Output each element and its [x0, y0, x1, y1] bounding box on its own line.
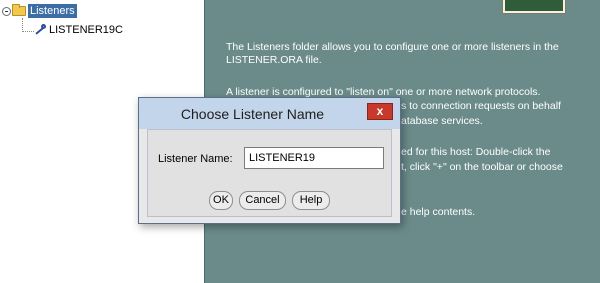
listener-name-input[interactable] — [244, 147, 384, 169]
info-paragraph-line: ed for this host: Double-click the — [401, 146, 551, 158]
info-paragraph: e help contents. — [401, 206, 476, 218]
info-paragraph-line: atabase services. — [401, 115, 483, 127]
listener-key-icon — [34, 24, 46, 36]
close-button[interactable]: x — [367, 103, 393, 120]
tree-node-listener19c[interactable]: LISTENER19C — [34, 22, 123, 38]
choose-listener-name-dialog: Choose Listener Name x Listener Name: OK… — [138, 97, 401, 224]
chalkboard-icon — [502, 0, 566, 14]
close-icon: x — [376, 104, 384, 118]
dialog-body: Listener Name: OK Cancel Help — [147, 129, 392, 217]
tree-connector-horizontal — [22, 31, 34, 32]
info-paragraph-line: s to connection requests on behalf — [401, 100, 561, 112]
dialog-title: Choose Listener Name — [180, 106, 325, 122]
listener-name-label: Listener Name: — [158, 153, 233, 165]
dialog-title-bar[interactable]: Choose Listener Name x — [139, 98, 400, 129]
info-paragraph-line: t, click "+" on the toolbar or choose — [401, 161, 563, 173]
ok-button[interactable]: OK — [209, 191, 233, 210]
help-button[interactable]: Help — [292, 191, 330, 210]
expand-collapse-icon[interactable] — [2, 6, 11, 16]
tree-node-label: LISTENER19C — [49, 24, 123, 36]
cancel-button[interactable]: Cancel — [239, 191, 286, 210]
tree-node-listeners[interactable]: Listeners — [2, 3, 77, 19]
tree-node-label: Listeners — [28, 4, 77, 18]
tree-connector-vertical — [22, 18, 23, 32]
folder-icon — [12, 4, 26, 16]
info-paragraph: The Listeners folder allows you to confi… — [226, 41, 559, 66]
